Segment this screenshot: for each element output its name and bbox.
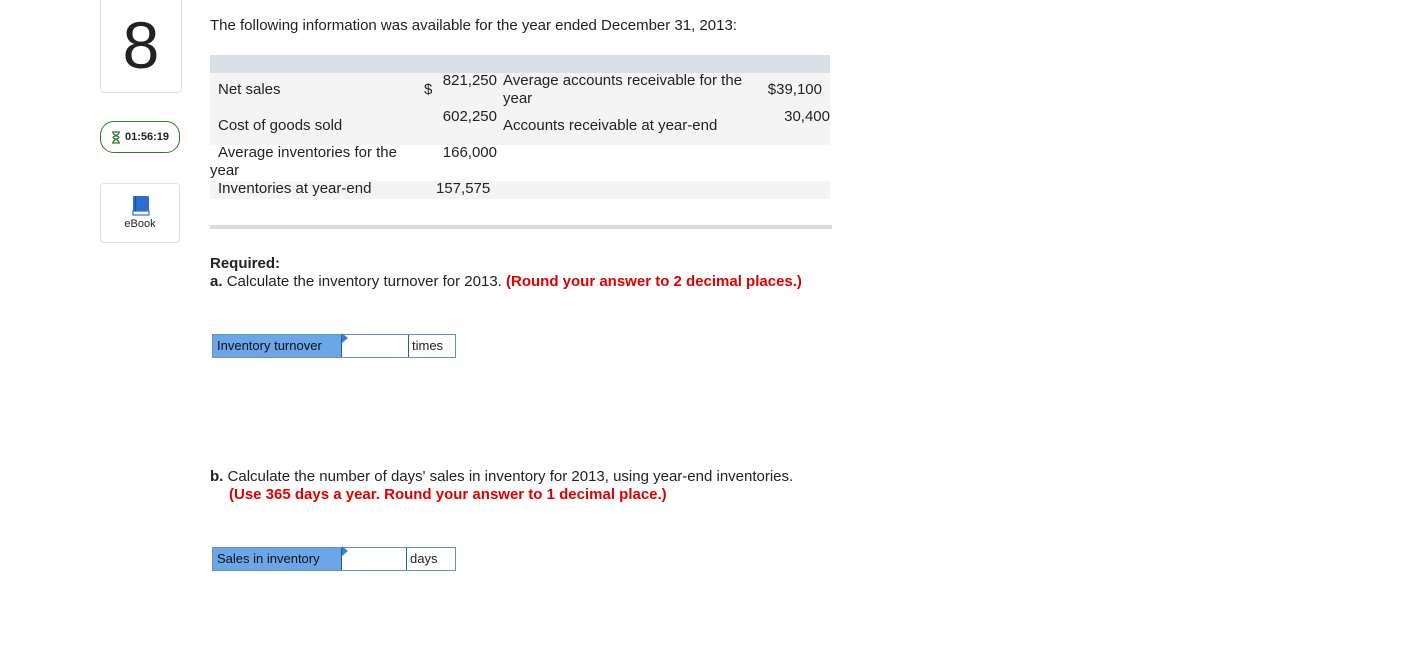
part-b-text: Calculate the number of days' sales in i… [227,468,794,485]
answer-row-b: Sales in inventory days [212,546,456,571]
net-sales-value: 821,250 [442,72,497,89]
inv-end-value: 157,575 [436,180,491,197]
part-a-prefix: a. [210,273,223,290]
cogs-label: Cost of goods sold [218,117,343,134]
answer-unit-b: days [407,548,455,570]
table-header [210,55,830,73]
avg-inv-value: 166,000 [442,144,497,161]
answer-label-b: Sales in inventory [213,548,341,570]
ar-end-value: 30,400 [784,108,830,125]
part-b-note: (Use 365 days a year. Round your answer … [229,486,667,503]
part-a-note: (Round your answer to 2 decimal places.) [506,273,802,290]
ebook-button[interactable]: eBook [100,183,180,243]
answer-label-a: Inventory turnover [213,335,341,357]
cogs-value: 602,250 [442,108,497,125]
input-flag-icon [342,546,348,556]
book-icon [132,196,150,216]
question-number: 8 [122,8,160,82]
ar-end-label: Accounts receivable at year-end [503,117,718,134]
inv-end-label: Inventories at year-end [218,180,372,197]
answer-unit-a: times [409,335,455,357]
avg-inv-label: Average inventories for the [218,144,397,161]
timer-text: 01:56:19 [124,131,170,143]
net-sales-label: Net sales [218,81,281,98]
avg-ar-label-2: year [503,90,533,107]
part-b-prefix: b. [210,468,224,485]
ebook-label: eBook [124,218,156,230]
part-a-text: Calculate the inventory turnover for 201… [226,273,502,290]
avg-inv-label-2: year [210,162,240,179]
required-heading: Required: [210,255,281,272]
avg-ar-label: Average accounts receivable for the [503,72,743,89]
required-section: Required: a. Calculate the inventory tur… [210,255,802,291]
input-flag-icon [342,333,348,343]
answer-row-a: Inventory turnover times [212,333,456,358]
timer-badge[interactable]: 01:56:19 [100,121,180,153]
intro-text: The following information was available … [210,17,737,34]
section-divider [210,225,832,229]
part-b-section: b. Calculate the number of days' sales i… [210,468,793,504]
avg-ar-value: $39,100 [767,81,822,98]
sales-in-inventory-input[interactable] [341,546,407,570]
hourglass-icon [111,130,120,144]
question-number-box: 8 [100,0,182,93]
inventory-turnover-input[interactable] [341,333,409,357]
